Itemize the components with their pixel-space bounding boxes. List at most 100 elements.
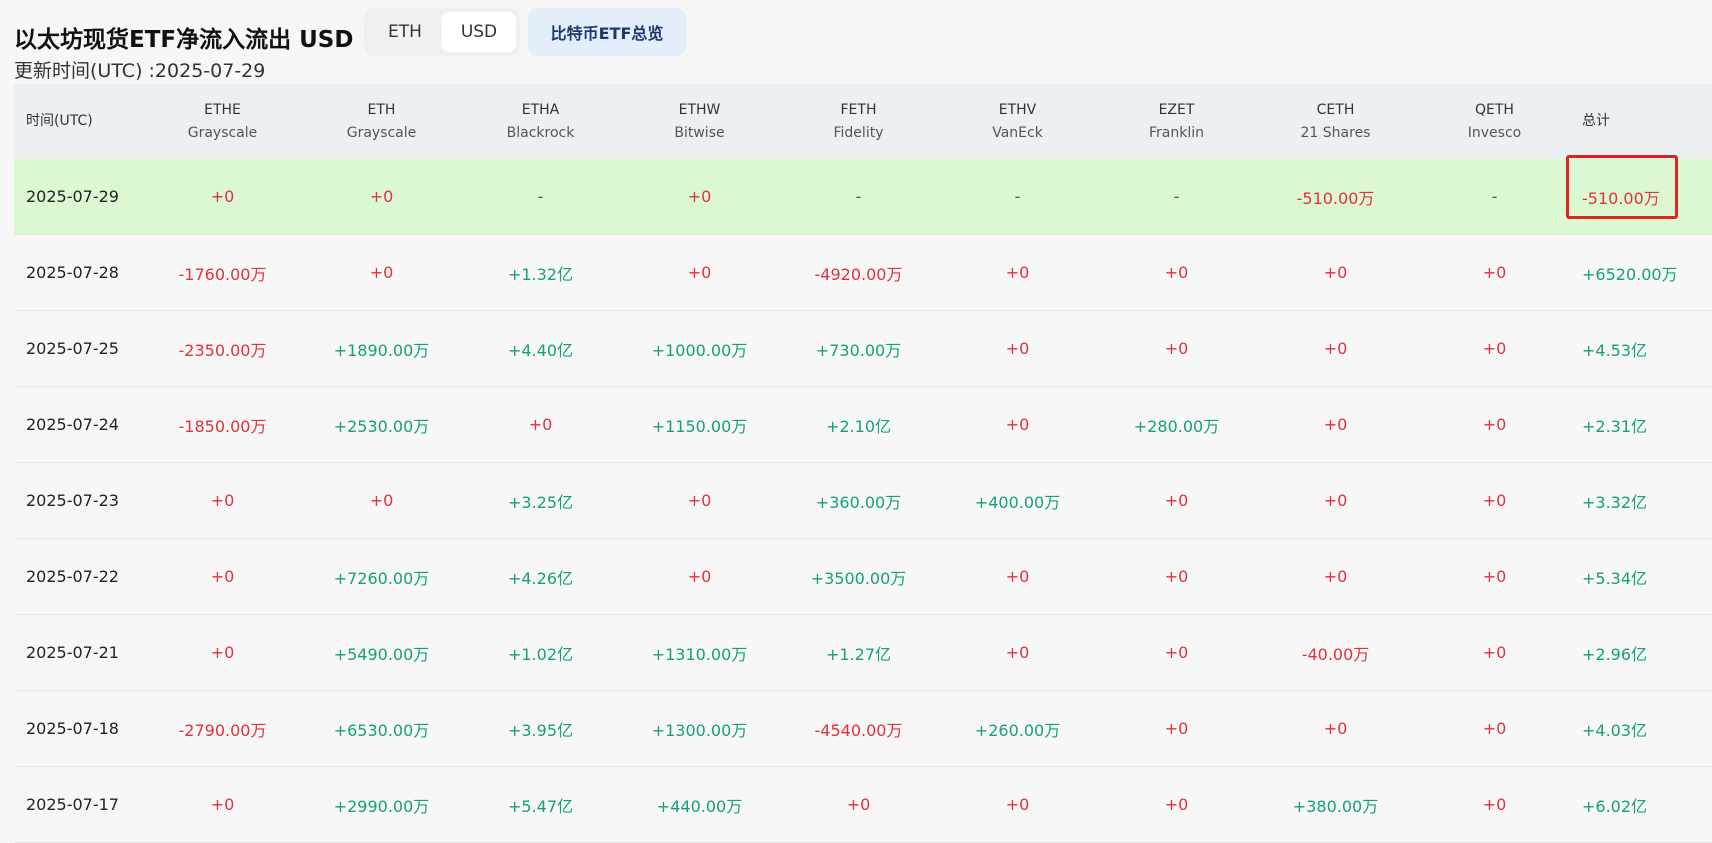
date-column-header: 时间(UTC) [26, 113, 93, 129]
total-value: +4.03亿 [1582, 720, 1648, 740]
flow-cell-ethe: +0 [210, 567, 235, 586]
flow-cell-ethe: -2350.00万 [178, 340, 267, 360]
flow-cell-ceth: +0 [1323, 491, 1348, 510]
table-row: 2025-07-22 +0 +7260.00万 +4.26亿 +0 +3500.00万 +0… [14, 539, 1712, 615]
flow-cell-qeth: +0 [1482, 795, 1507, 814]
flow-cell-eth: +1890.00万 [333, 340, 430, 360]
table-row: 2025-07-18 -2790.00万 +6530.00万 +3.95亿 +1300.… [14, 691, 1712, 767]
flow-cell-qeth: +0 [1482, 415, 1507, 434]
row-total: -510.00万 [1566, 154, 1712, 219]
flow-cell-qeth: +0 [1482, 339, 1507, 358]
flow-cell-etha: +1.32亿 [507, 264, 574, 284]
row-total: +4.53亿 [1574, 337, 1712, 361]
flow-cell-etha: - [537, 187, 544, 206]
flow-cell-ethe: +0 [210, 491, 235, 510]
page-title: 以太坊现货ETF净流入流出 USD [14, 27, 354, 53]
flow-cell-etha: +4.40亿 [507, 340, 574, 360]
flow-cell-etha: +1.02亿 [507, 644, 574, 664]
total-value: +2.31亿 [1582, 416, 1648, 436]
flow-cell-ethe: -2790.00万 [178, 720, 267, 740]
row-date: 2025-07-21 [26, 643, 119, 662]
flow-cell-feth: +730.00万 [815, 340, 902, 360]
flow-cell-ceth: +0 [1323, 415, 1348, 434]
column-header-ceth: CETH 21 Shares [1256, 99, 1415, 145]
flow-cell-eth: +2990.00万 [333, 796, 430, 816]
flow-cell-ethw: +0 [687, 187, 712, 206]
column-issuer: Fidelity [833, 124, 884, 141]
flow-cell-etha: +0 [528, 415, 553, 434]
flow-cell-eth: +0 [369, 491, 394, 510]
row-date: 2025-07-25 [26, 339, 119, 358]
row-total: +6.02亿 [1574, 793, 1712, 817]
table-row: 2025-07-29 +0 +0 - +0 - - - -510.00万 - -510.00万 [14, 154, 1712, 235]
column-ticker: ETHW [678, 101, 721, 118]
column-issuer: VanEck [992, 124, 1043, 141]
flow-cell-ethv: +0 [1005, 339, 1030, 358]
flow-cell-ethv: +0 [1005, 795, 1030, 814]
table-header-row: 时间(UTC) ETHE Grayscale ETH Grayscale ETHA Bla… [14, 84, 1712, 159]
column-issuer: 21 Shares [1300, 124, 1371, 141]
flow-cell-ezet: +0 [1164, 263, 1189, 282]
row-date: 2025-07-24 [26, 415, 119, 434]
top-bar: 以太坊现货ETF净流入流出 USD ETH USD 比特币ETF总览 [14, 6, 1712, 58]
flow-cell-etha: +5.47亿 [507, 796, 574, 816]
row-date: 2025-07-22 [26, 567, 119, 586]
btc-etf-overview-button[interactable]: 比特币ETF总览 [528, 8, 686, 56]
flow-cell-ethe: +0 [210, 795, 235, 814]
flow-cell-feth: -4540.00万 [814, 720, 903, 740]
column-ticker: ETH [367, 101, 396, 118]
currency-toggle: ETH USD [364, 8, 520, 56]
flow-cell-ceth: +0 [1323, 263, 1348, 282]
flow-cell-ezet: +0 [1164, 491, 1189, 510]
column-header-feth: FETH Fidelity [779, 99, 938, 145]
column-issuer: Invesco [1467, 124, 1522, 141]
flow-cell-ethw: +0 [687, 263, 712, 282]
column-ticker: ETHV [998, 101, 1037, 118]
toggle-usd[interactable]: USD [442, 12, 516, 52]
toggle-eth[interactable]: ETH [368, 12, 442, 52]
flow-cell-ezet: +0 [1164, 643, 1189, 662]
flow-cell-ethw: +0 [687, 567, 712, 586]
column-header-eth: ETH Grayscale [302, 99, 461, 145]
flow-cell-qeth: +0 [1482, 263, 1507, 282]
total-value: +2.96亿 [1582, 644, 1648, 664]
flow-cell-ezet: +0 [1164, 567, 1189, 586]
column-issuer: Blackrock [506, 124, 575, 141]
column-ticker: ETHE [204, 101, 241, 118]
row-date: 2025-07-29 [26, 187, 119, 206]
flow-cell-feth: +2.10亿 [825, 416, 892, 436]
flow-cell-ethv: +400.00万 [974, 492, 1061, 512]
column-header-qeth: QETH Invesco [1415, 99, 1574, 145]
total-value: +6520.00万 [1582, 264, 1678, 284]
flow-cell-ethv: +0 [1005, 263, 1030, 282]
flow-cell-ethv: +0 [1005, 415, 1030, 434]
flow-cell-qeth: +0 [1482, 719, 1507, 738]
column-issuer: Grayscale [187, 124, 258, 141]
table-row: 2025-07-28 -1760.00万 +0 +1.32亿 +0 -4920.00万 +0… [14, 235, 1712, 311]
flow-cell-ethe: -1850.00万 [178, 416, 267, 436]
row-total: +6520.00万 [1574, 261, 1712, 285]
flow-cell-etha: +3.95亿 [507, 720, 574, 740]
flow-cell-etha: +3.25亿 [507, 492, 574, 512]
column-ticker: QETH [1475, 101, 1514, 118]
table-row: 2025-07-21 +0 +5490.00万 +1.02亿 +1310.00万 +1.2… [14, 615, 1712, 691]
column-ticker: FETH [840, 101, 877, 118]
total-value: +6.02亿 [1582, 796, 1648, 816]
flow-cell-ezet: +280.00万 [1133, 416, 1220, 436]
flow-cell-eth: +6530.00万 [333, 720, 430, 740]
flow-cell-feth: +3500.00万 [810, 568, 907, 588]
row-total: +2.31亿 [1574, 413, 1712, 437]
flow-cell-eth: +7260.00万 [333, 568, 430, 588]
flow-cell-ethe: -1760.00万 [178, 264, 267, 284]
flow-cell-feth: -4920.00万 [814, 264, 903, 284]
annotation-highlight-box [1566, 154, 1678, 219]
flow-cell-ethv: +0 [1005, 643, 1030, 662]
table-row: 2025-07-23 +0 +0 +3.25亿 +0 +360.00万 +400.00万 +0… [14, 463, 1712, 539]
flow-cell-qeth: - [1491, 187, 1498, 206]
total-column-header: 总计 [1582, 113, 1610, 129]
flow-cell-ezet: +0 [1164, 719, 1189, 738]
flow-cell-ezet: - [1173, 187, 1180, 206]
flow-cell-ceth: +380.00万 [1292, 796, 1379, 816]
row-total: +3.32亿 [1574, 489, 1712, 513]
flow-cell-eth: +0 [369, 187, 394, 206]
